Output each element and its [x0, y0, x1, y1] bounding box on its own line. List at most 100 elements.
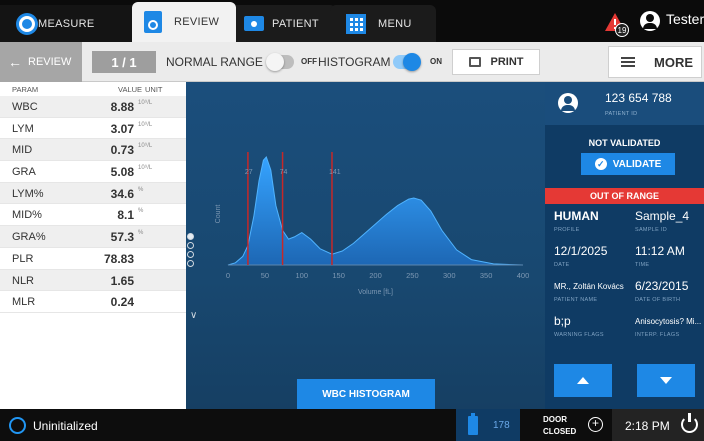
- histogram-area: [227, 156, 524, 266]
- user-avatar-icon[interactable]: [640, 11, 660, 31]
- patient-name-label: PATIENT NAME: [554, 297, 598, 303]
- warning-flags-label: WARNING FLAGS: [554, 332, 604, 338]
- patient-name-value: MR., Zoltán Kovács: [554, 282, 624, 291]
- back-button-label: REVIEW: [28, 56, 72, 68]
- table-row[interactable]: LYM% 34.6%: [0, 182, 186, 205]
- sample-id-label: SAMPLE ID: [635, 227, 668, 233]
- parameters-table: PARAM VALUE UNIT WBC 8.88 10⁹/L LYM 3.07 10⁹/…: [0, 82, 186, 409]
- page-dots[interactable]: [187, 233, 195, 269]
- tab-measure[interactable]: MEASURE: [0, 5, 140, 42]
- clock-segment: 2:18 PM: [612, 409, 704, 441]
- tab-patient[interactable]: PATIENT: [230, 5, 336, 42]
- page-indicator: 1 / 1: [92, 51, 156, 73]
- param-unit: %: [138, 186, 144, 193]
- normal-range-toggle[interactable]: [266, 53, 294, 71]
- status-ring-icon: [9, 417, 26, 434]
- sample-info-panel: 123 654 788 PATIENT ID NOT VALIDATED ✓ V…: [545, 82, 704, 409]
- review-doc-icon: [144, 11, 162, 33]
- discriminator-label: 74: [280, 169, 288, 176]
- param-name: GRA: [12, 166, 36, 179]
- table-row[interactable]: LYM 3.07 10⁹/L: [0, 118, 186, 140]
- printer-icon: [468, 57, 481, 67]
- x-axis-label: Volume [fL]: [358, 289, 393, 296]
- param-name: MID%: [12, 209, 42, 222]
- grid-menu-icon: [346, 14, 366, 34]
- table-row[interactable]: PLR 78.83: [0, 248, 186, 270]
- previous-button[interactable]: [554, 364, 612, 397]
- print-button[interactable]: PRINT: [452, 49, 540, 75]
- more-button[interactable]: MORE: [608, 46, 702, 78]
- dob-value: 6/23/2015: [635, 279, 689, 293]
- x-tick-label: 50: [261, 271, 269, 280]
- x-tick-label: 100: [295, 271, 308, 280]
- validate-button[interactable]: ✓ VALIDATE: [581, 153, 675, 175]
- param-value: 3.07: [110, 121, 134, 136]
- power-icon[interactable]: [681, 413, 698, 433]
- check-circle-icon: ✓: [594, 158, 607, 170]
- profile-value: HUMAN: [554, 209, 599, 223]
- table-row[interactable]: MID% 8.1%: [0, 204, 186, 227]
- param-unit: %: [138, 208, 144, 215]
- param-value: 57.3: [110, 230, 134, 245]
- date-value: 12/1/2025: [554, 244, 608, 258]
- review-toolbar: ← REVIEW 1 / 1 NORMAL RANGE OFF HISTOGRA…: [0, 42, 704, 82]
- normal-range-state: OFF: [301, 57, 317, 66]
- tab-menu[interactable]: MENU: [330, 5, 436, 42]
- unit-column-header: UNIT: [145, 85, 163, 94]
- reagent-count: 178: [493, 420, 510, 431]
- param-value: 1.65: [110, 273, 134, 288]
- param-value: 78.83: [103, 251, 134, 266]
- reagent-bottle-icon: [468, 413, 478, 435]
- top-tab-bar: MEASURE PATIENT MENU REVIEW 19 Tester: [0, 0, 704, 42]
- table-row[interactable]: GRA 5.08 10⁹/L: [0, 161, 186, 183]
- interp-flags-label: INTERP. FLAGS: [635, 332, 680, 338]
- wbc-histogram-tab[interactable]: WBC HISTOGRAM: [297, 379, 435, 409]
- user-name[interactable]: Tester: [666, 11, 704, 27]
- next-button[interactable]: [637, 364, 695, 397]
- patient-id-box: 123 654 788 PATIENT ID: [545, 82, 704, 125]
- print-button-label: PRINT: [490, 56, 524, 68]
- x-tick-label: 350: [480, 271, 493, 280]
- dob-label: DATE OF BIRTH: [635, 297, 681, 303]
- param-column-header: PARAM: [12, 85, 39, 94]
- plus-circle-icon[interactable]: +: [588, 417, 603, 432]
- x-tick-label: 200: [369, 271, 382, 280]
- histogram-label: HISTOGRAM: [318, 55, 391, 69]
- param-name: MLR: [12, 296, 36, 309]
- time-label: TIME: [635, 262, 650, 268]
- alert-count-badge: 19: [615, 23, 629, 37]
- x-tick-label: 250: [406, 271, 419, 280]
- param-name: MID: [12, 144, 33, 157]
- tab-review-label: REVIEW: [174, 16, 220, 28]
- table-header: PARAM VALUE UNIT: [0, 82, 186, 96]
- table-row[interactable]: MLR 0.24: [0, 291, 186, 313]
- door-status-line2: CLOSED: [543, 427, 577, 436]
- tab-review[interactable]: REVIEW: [132, 2, 236, 42]
- table-row[interactable]: NLR 1.65: [0, 269, 186, 292]
- param-name: GRA%: [12, 231, 46, 244]
- param-name: LYM: [12, 122, 34, 135]
- status-bar: Uninitialized 178 DOOR CLOSED + 2:18 PM: [0, 409, 704, 441]
- profile-label: PROFILE: [554, 227, 580, 233]
- back-button[interactable]: ← REVIEW: [0, 42, 82, 82]
- tab-patient-label: PATIENT: [272, 17, 319, 30]
- date-label: DATE: [554, 262, 570, 268]
- door-status: DOOR CLOSED: [543, 414, 576, 438]
- discriminator-label: 27: [245, 169, 253, 176]
- histogram-toggle[interactable]: [393, 53, 421, 71]
- param-value: 8.88: [110, 100, 134, 114]
- chevron-down-icon[interactable]: ∨: [190, 310, 197, 321]
- arrow-left-icon: ←: [8, 54, 22, 70]
- reagent-level[interactable]: 178: [456, 409, 520, 441]
- measure-icon: [16, 13, 38, 35]
- table-row[interactable]: GRA% 57.3%: [0, 226, 186, 248]
- more-button-label: MORE: [654, 54, 693, 70]
- patient-avatar-icon: [558, 93, 578, 113]
- table-row[interactable]: MID 0.73 10⁹/L: [0, 139, 186, 162]
- toggle-knob: [266, 53, 284, 71]
- table-row[interactable]: WBC 8.88 10⁹/L: [0, 96, 186, 118]
- normal-range-label: NORMAL RANGE: [166, 55, 263, 69]
- warning-flags-value: b;p: [554, 314, 571, 328]
- param-name: LYM%: [12, 187, 44, 200]
- sample-id-value: Sample_4: [635, 209, 690, 223]
